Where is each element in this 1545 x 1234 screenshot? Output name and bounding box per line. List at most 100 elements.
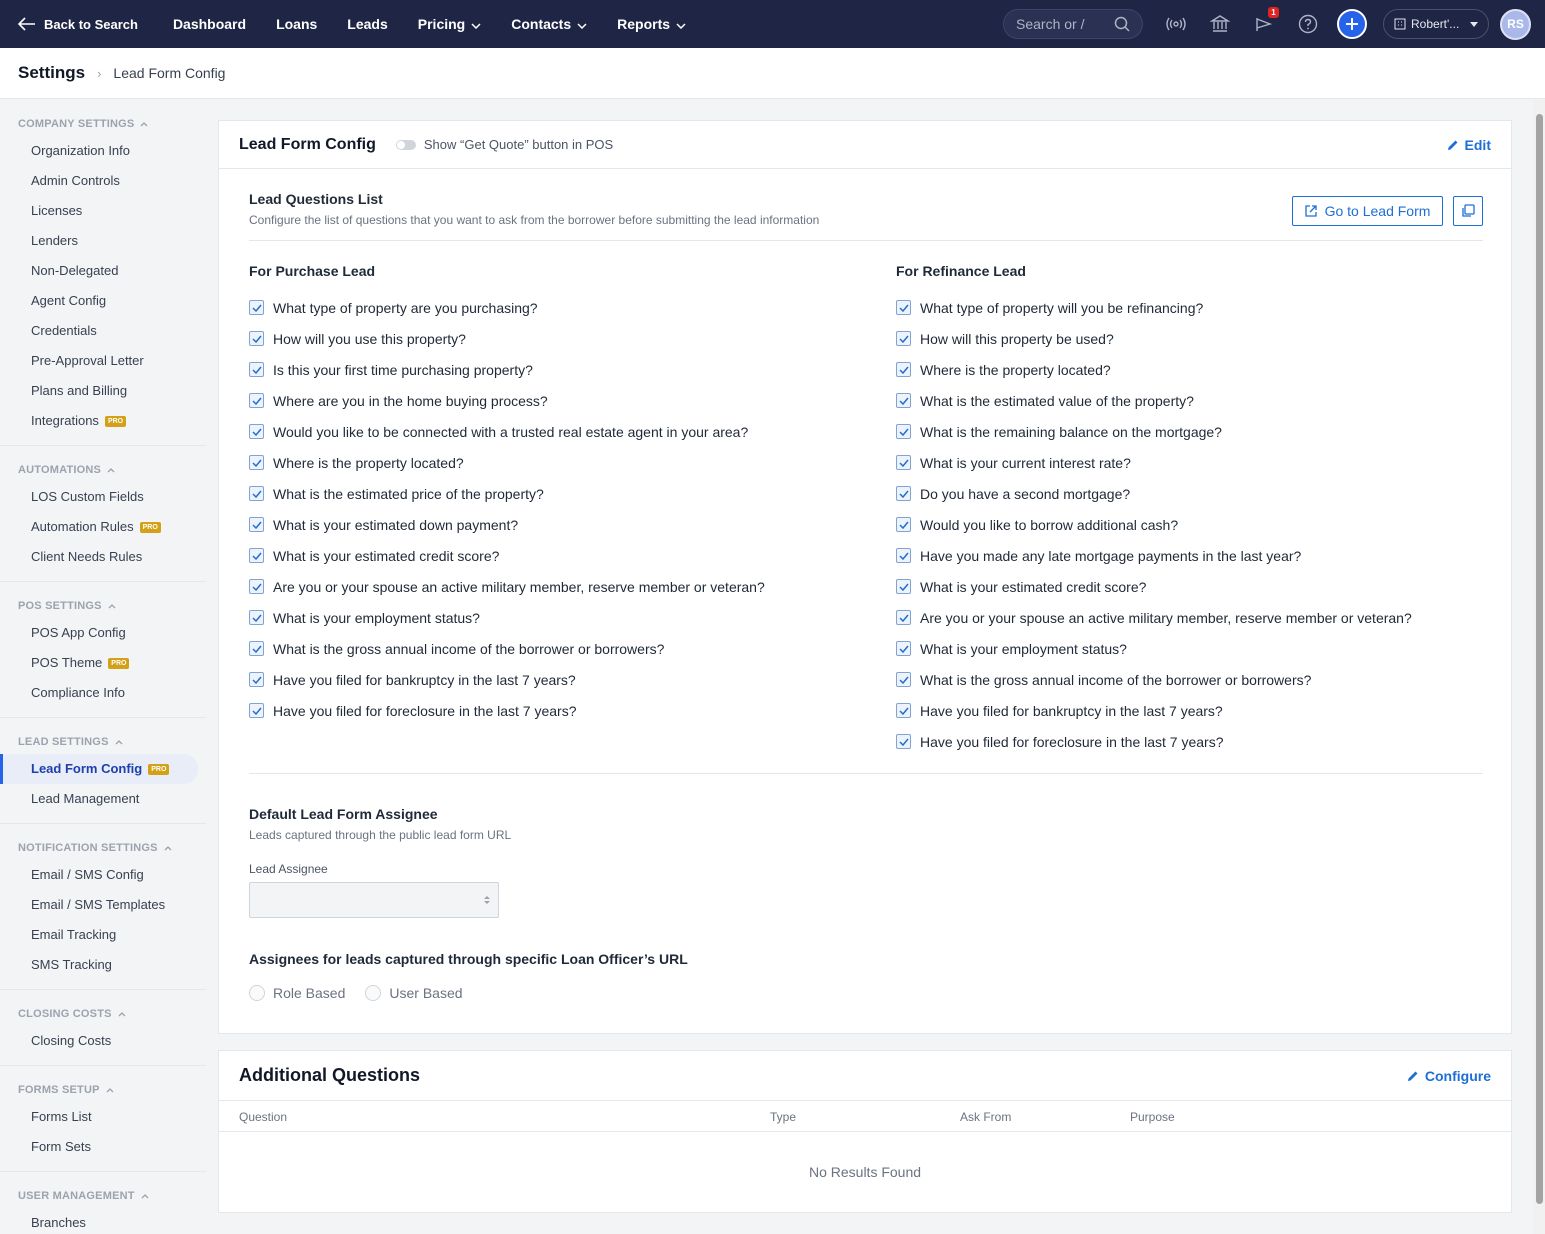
broadcast-icon[interactable] xyxy=(1165,13,1187,35)
question-checkbox[interactable]: Have you filed for foreclosure in the la… xyxy=(249,695,765,726)
sidebar-item-sms-tracking[interactable]: SMS Tracking xyxy=(0,950,198,980)
sidebar-item-los-custom-fields[interactable]: LOS Custom Fields xyxy=(0,482,198,512)
question-checkbox[interactable]: Have you made any late mortgage payments… xyxy=(896,540,1412,571)
sidebar-item-email-tracking[interactable]: Email Tracking xyxy=(0,920,198,950)
sidebar-item-credentials[interactable]: Credentials xyxy=(0,316,198,346)
sidebar-item-organization-info[interactable]: Organization Info xyxy=(0,136,198,166)
add-new-button[interactable] xyxy=(1337,9,1367,39)
sidebar-item-integrations[interactable]: Integrations PRO xyxy=(0,406,198,436)
nav-link-loans[interactable]: Loans xyxy=(261,16,332,32)
lead-assignee-select[interactable] xyxy=(249,882,499,918)
sidebar-item-admin-controls[interactable]: Admin Controls xyxy=(0,166,198,196)
question-checkbox[interactable]: What is the remaining balance on the mor… xyxy=(896,416,1412,447)
question-checkbox[interactable]: What is your estimated credit score? xyxy=(249,540,765,571)
configure-button[interactable]: Configure xyxy=(1407,1068,1491,1084)
sidebar-item-branches[interactable]: Branches xyxy=(0,1208,198,1234)
back-to-search-button[interactable]: Back to Search xyxy=(18,17,138,32)
question-checkbox[interactable]: Have you filed for bankruptcy in the las… xyxy=(896,695,1412,726)
sidebar-item-licenses[interactable]: Licenses xyxy=(0,196,198,226)
question-checkbox[interactable]: Would you like to borrow additional cash… xyxy=(896,509,1412,540)
announcement-icon[interactable]: 1 xyxy=(1253,7,1279,35)
question-checkbox[interactable]: What is your current interest rate? xyxy=(896,447,1412,478)
sidebar-section-header[interactable]: Company Settings xyxy=(0,100,206,136)
sidebar-item-label: Email Tracking xyxy=(31,927,117,942)
nav-link-contacts[interactable]: Contacts xyxy=(496,16,602,32)
sidebar-item-label: Compliance Info xyxy=(31,685,125,700)
checkbox-checked-icon xyxy=(896,579,911,594)
question-checkbox[interactable]: Have you filed for bankruptcy in the las… xyxy=(249,664,765,695)
question-checkbox[interactable]: Do you have a second mortgage? xyxy=(896,478,1412,509)
sidebar-item-closing-costs[interactable]: Closing Costs xyxy=(0,1026,198,1056)
question-checkbox[interactable]: Where is the property located? xyxy=(896,354,1412,385)
role-based-radio[interactable]: Role Based xyxy=(249,985,345,1001)
sidebar-item-automation-rules[interactable]: Automation Rules PRO xyxy=(0,512,198,542)
scrollbar-thumb[interactable] xyxy=(1536,114,1543,1204)
settings-sidebar: Company Settings Organization Info Admin C… xyxy=(0,100,206,1234)
sidebar-section-header[interactable]: Notification Settings xyxy=(0,824,206,860)
sidebar-item-pre-approval-letter[interactable]: Pre-Approval Letter xyxy=(0,346,198,376)
sidebar-item-pos-app-config[interactable]: POS App Config xyxy=(0,618,198,648)
copy-link-button[interactable] xyxy=(1453,196,1483,226)
search-input[interactable]: Search or / xyxy=(1003,9,1143,39)
question-checkbox[interactable]: What is your employment status? xyxy=(896,633,1412,664)
sidebar-section-header[interactable]: POS Settings xyxy=(0,582,206,618)
sidebar-section: User ManagementBranchesUsers xyxy=(0,1172,206,1234)
question-checkbox[interactable]: What type of property will you be refina… xyxy=(896,292,1412,323)
sidebar-item-forms-list[interactable]: Forms List xyxy=(0,1102,198,1132)
question-checkbox[interactable]: What is the gross annual income of the b… xyxy=(249,633,765,664)
sidebar-item-label: Forms List xyxy=(31,1109,92,1124)
nav-link-pricing[interactable]: Pricing xyxy=(403,16,496,32)
sidebar-item-client-needs-rules[interactable]: Client Needs Rules xyxy=(0,542,198,572)
page-scrollbar[interactable] xyxy=(1533,100,1545,1234)
sidebar-item-lead-form-config[interactable]: Lead Form Config PRO xyxy=(0,754,198,784)
top-nav: Back to Search Dashboard Loans Leads Pricin… xyxy=(0,0,1545,48)
question-checkbox[interactable]: What is the gross annual income of the b… xyxy=(896,664,1412,695)
question-checkbox[interactable]: What is your estimated down payment? xyxy=(249,509,765,540)
sidebar-item-non-delegated[interactable]: Non-Delegated xyxy=(0,256,198,286)
nav-link-dashboard[interactable]: Dashboard xyxy=(158,16,261,32)
nav-link-reports[interactable]: Reports xyxy=(602,16,701,32)
question-checkbox[interactable]: How will this property be used? xyxy=(896,323,1412,354)
chevron-up-icon xyxy=(118,1008,126,1020)
chevron-down-icon xyxy=(577,16,587,32)
sidebar-item-form-sets[interactable]: Form Sets xyxy=(0,1132,198,1162)
sidebar-item-pos-theme[interactable]: POS Theme PRO xyxy=(0,648,198,678)
lead-assignee-label: Lead Assignee xyxy=(249,862,328,876)
sidebar-section-header[interactable]: Closing Costs xyxy=(0,990,206,1026)
organization-selector[interactable]: Robert'... xyxy=(1383,9,1489,39)
sidebar-section-header[interactable]: User Management xyxy=(0,1172,206,1208)
question-checkbox[interactable]: Where are you in the home buying process… xyxy=(249,385,765,416)
user-avatar[interactable]: RS xyxy=(1500,8,1531,40)
question-checkbox[interactable]: What type of property are you purchasing… xyxy=(249,292,765,323)
go-to-lead-form-button[interactable]: Go to Lead Form xyxy=(1292,196,1443,226)
question-checkbox[interactable]: Are you or your spouse an active militar… xyxy=(249,571,765,602)
question-checkbox[interactable]: What is your employment status? xyxy=(249,602,765,633)
question-checkbox[interactable]: Where is the property located? xyxy=(249,447,765,478)
question-checkbox[interactable]: How will you use this property? xyxy=(249,323,765,354)
question-checkbox[interactable]: Would you like to be connected with a tr… xyxy=(249,416,765,447)
sidebar-item-compliance-info[interactable]: Compliance Info xyxy=(0,678,198,708)
sidebar-item-agent-config[interactable]: Agent Config xyxy=(0,286,198,316)
sidebar-section-header[interactable]: Forms Setup xyxy=(0,1066,206,1102)
question-checkbox[interactable]: What is the estimated price of the prope… xyxy=(249,478,765,509)
edit-button[interactable]: Edit xyxy=(1447,137,1491,153)
question-checkbox[interactable]: Are you or your spouse an active militar… xyxy=(896,602,1412,633)
question-checkbox[interactable]: What is your estimated credit score? xyxy=(896,571,1412,602)
bank-icon[interactable] xyxy=(1209,13,1231,35)
sidebar-item-email-sms-config[interactable]: Email / SMS Config xyxy=(0,860,198,890)
question-checkbox[interactable]: Have you filed for foreclosure in the la… xyxy=(896,726,1412,757)
sidebar-item-lenders[interactable]: Lenders xyxy=(0,226,198,256)
question-checkbox[interactable]: Is this your first time purchasing prope… xyxy=(249,354,765,385)
nav-link-leads[interactable]: Leads xyxy=(332,16,402,32)
get-quote-toggle[interactable] xyxy=(395,139,416,150)
user-based-radio[interactable]: User Based xyxy=(365,985,463,1001)
help-icon[interactable] xyxy=(1297,13,1319,35)
question-checkbox[interactable]: What is the estimated value of the prope… xyxy=(896,385,1412,416)
sidebar-section-header[interactable]: Automations xyxy=(0,446,206,482)
sidebar-item-email-sms-templates[interactable]: Email / SMS Templates xyxy=(0,890,198,920)
question-label: What is your estimated credit score? xyxy=(920,578,1147,595)
breadcrumb-root[interactable]: Settings xyxy=(18,63,85,83)
sidebar-item-plans-and-billing[interactable]: Plans and Billing xyxy=(0,376,198,406)
sidebar-section-header[interactable]: Lead Settings xyxy=(0,718,206,754)
sidebar-item-lead-management[interactable]: Lead Management xyxy=(0,784,198,814)
